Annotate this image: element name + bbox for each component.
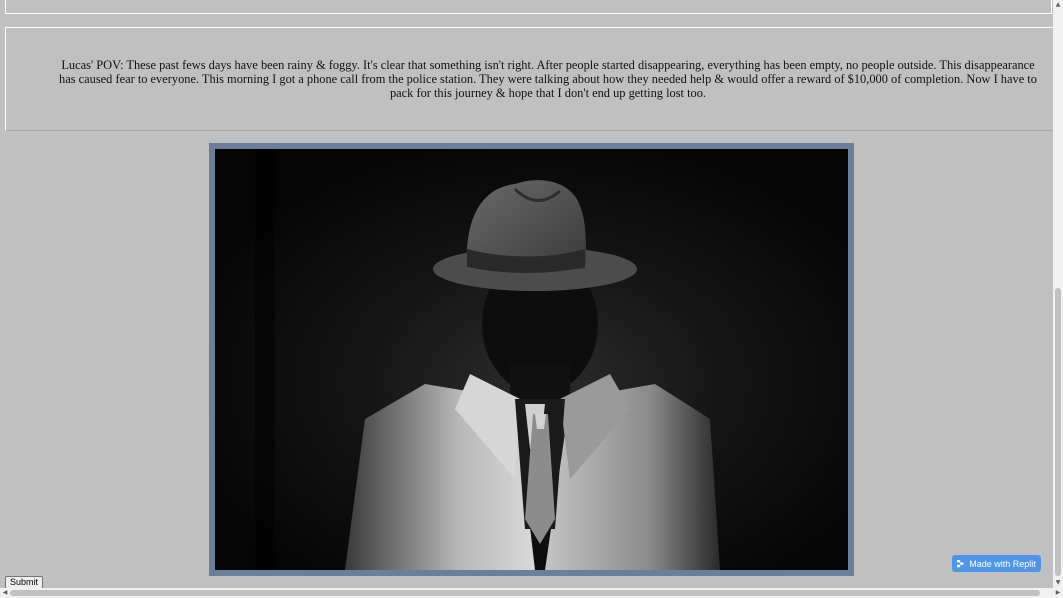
vertical-scrollbar[interactable]: ▲ ▼: [1053, 0, 1063, 588]
replit-badge-label: Made with Replit: [969, 558, 1036, 569]
scroll-down-arrow-icon[interactable]: ▼: [1053, 578, 1063, 588]
previous-section-box: [5, 0, 1052, 14]
horizontal-scroll-thumb[interactable]: [10, 590, 1040, 596]
scroll-left-arrow-icon[interactable]: ◀: [0, 588, 10, 598]
replit-icon: [957, 559, 964, 567]
scroll-up-arrow-icon[interactable]: ▲: [1053, 0, 1063, 10]
detective-image: [215, 149, 848, 570]
made-with-replit-badge[interactable]: Made with Replit: [952, 555, 1041, 572]
scroll-right-arrow-icon[interactable]: ▶: [1053, 588, 1063, 598]
story-section: Lucas' POV: These past fews days have be…: [5, 27, 1054, 131]
horizontal-scrollbar[interactable]: ◀ ▶: [0, 588, 1063, 598]
story-text: Lucas' POV: These past fews days have be…: [59, 58, 1037, 100]
vertical-scroll-thumb[interactable]: [1055, 288, 1061, 576]
photo-frame: [209, 143, 854, 576]
